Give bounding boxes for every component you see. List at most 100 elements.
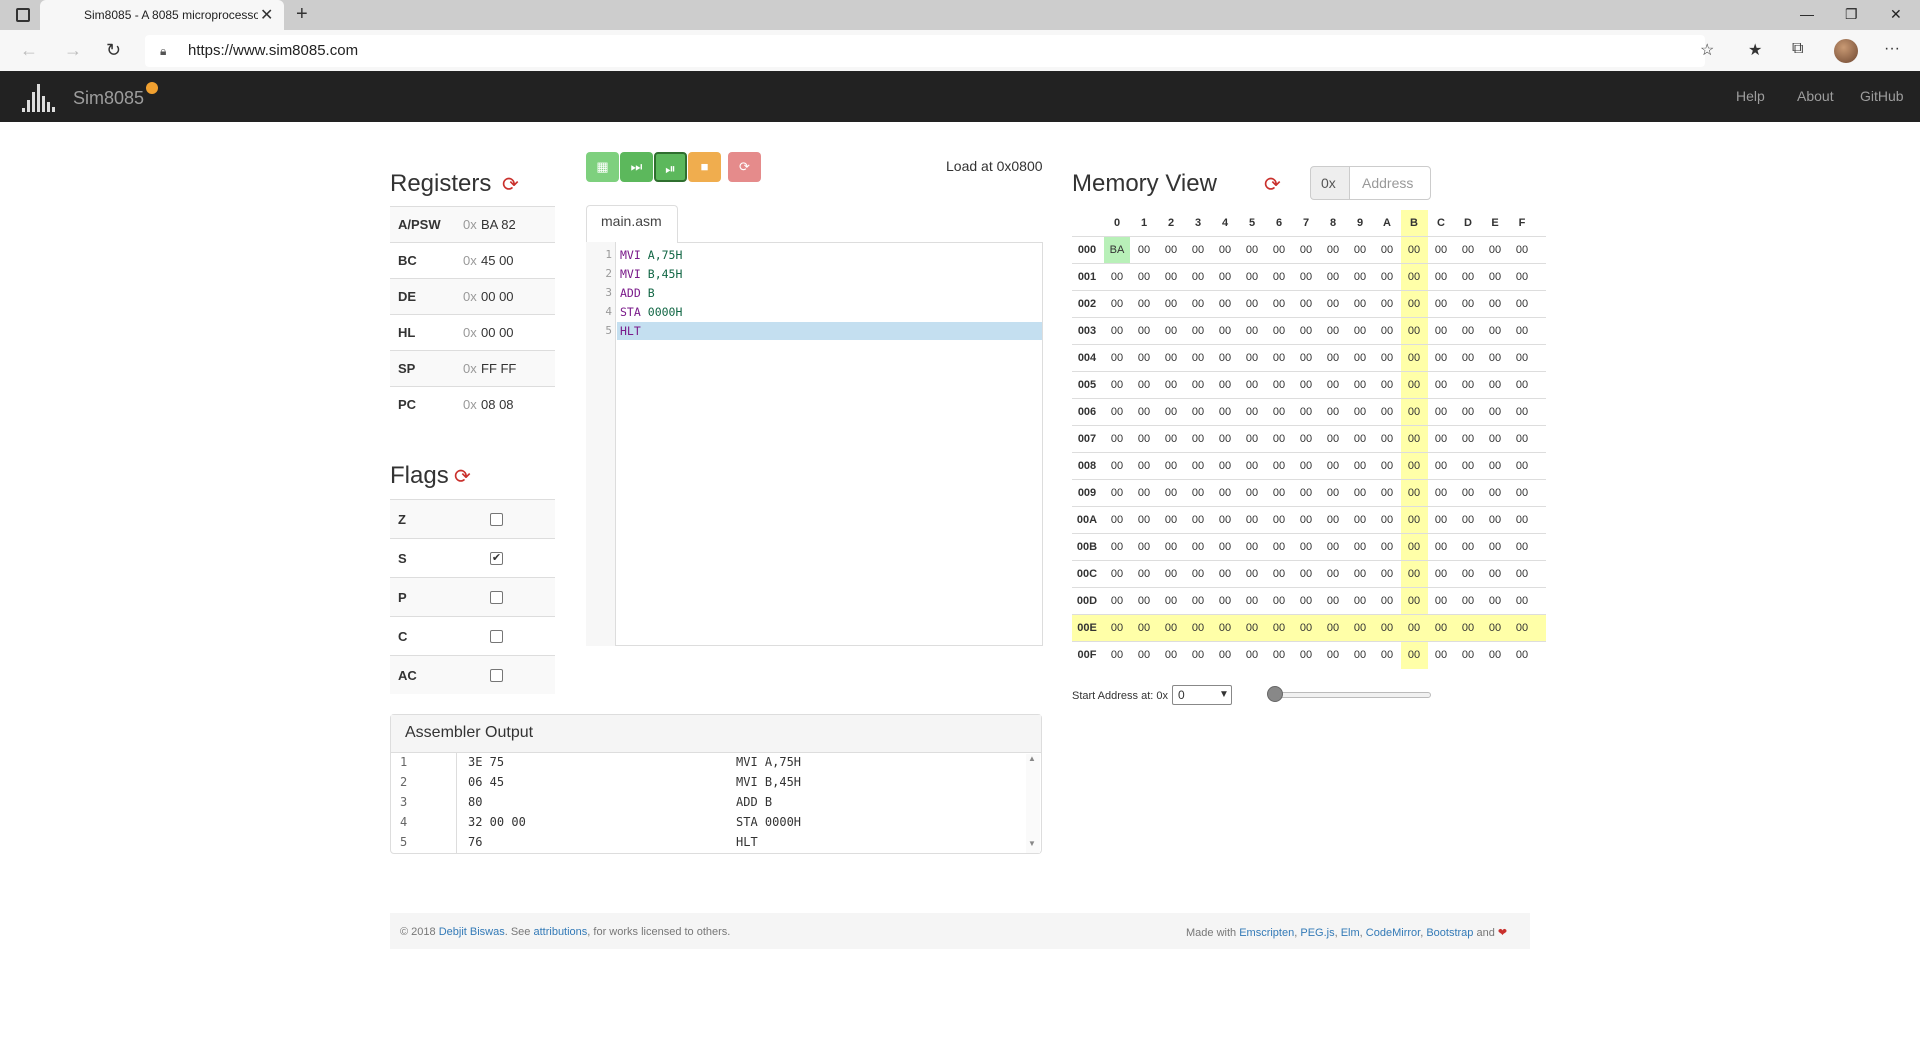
memory-cell[interactable]: 00 xyxy=(1293,426,1319,452)
memory-cell[interactable]: 00 xyxy=(1104,507,1130,533)
memory-cell[interactable]: 00 xyxy=(1347,318,1373,344)
memory-cell[interactable]: 00 xyxy=(1212,480,1238,506)
memory-cell[interactable]: 00 xyxy=(1266,291,1292,317)
memory-cell[interactable]: 00 xyxy=(1347,237,1373,263)
memory-cell[interactable]: 00 xyxy=(1347,426,1373,452)
memory-cell[interactable]: 00 xyxy=(1482,507,1508,533)
memory-cell[interactable]: 00 xyxy=(1455,534,1481,560)
memory-cell[interactable]: 00 xyxy=(1185,561,1211,587)
memory-cell[interactable]: 00 xyxy=(1482,399,1508,425)
memory-cell[interactable]: 00 xyxy=(1509,480,1535,506)
memory-cell[interactable]: 00 xyxy=(1158,399,1184,425)
memory-cell[interactable]: 00 xyxy=(1158,561,1184,587)
memory-cell[interactable]: 00 xyxy=(1401,399,1427,425)
memory-cell[interactable]: 00 xyxy=(1185,264,1211,290)
memory-cell[interactable]: 00 xyxy=(1131,237,1157,263)
memory-cell[interactable]: 00 xyxy=(1455,588,1481,614)
memory-cell[interactable]: 00 xyxy=(1239,534,1265,560)
memory-cell[interactable]: 00 xyxy=(1212,615,1238,641)
memory-cell[interactable]: 00 xyxy=(1104,642,1130,668)
memory-cell[interactable]: 00 xyxy=(1320,399,1346,425)
back-icon[interactable]: ← xyxy=(20,40,38,61)
memory-cell[interactable]: 00 xyxy=(1482,237,1508,263)
memory-cell[interactable]: 00 xyxy=(1482,453,1508,479)
memory-cell[interactable]: 00 xyxy=(1212,345,1238,371)
memory-cell[interactable]: 00 xyxy=(1374,480,1400,506)
flag-checkbox[interactable] xyxy=(490,669,503,682)
memory-cell[interactable]: 00 xyxy=(1320,642,1346,668)
memory-cell[interactable]: 00 xyxy=(1158,615,1184,641)
memory-cell[interactable]: 00 xyxy=(1239,453,1265,479)
memory-cell[interactable]: 00 xyxy=(1482,372,1508,398)
url-text[interactable]: https://www.sim8085.com xyxy=(188,42,358,59)
memory-cell[interactable]: 00 xyxy=(1239,399,1265,425)
memory-cell[interactable]: 00 xyxy=(1266,561,1292,587)
memory-cell[interactable]: 00 xyxy=(1374,588,1400,614)
memory-cell[interactable]: 00 xyxy=(1158,507,1184,533)
memory-cell[interactable]: 00 xyxy=(1212,237,1238,263)
memory-cell[interactable]: 00 xyxy=(1158,318,1184,344)
memory-cell[interactable]: 00 xyxy=(1320,372,1346,398)
memory-cell[interactable]: 00 xyxy=(1131,372,1157,398)
nav-about[interactable]: About xyxy=(1797,88,1834,104)
memory-cell[interactable]: 00 xyxy=(1428,264,1454,290)
memory-cell[interactable]: 00 xyxy=(1239,345,1265,371)
memory-cell[interactable]: 00 xyxy=(1320,561,1346,587)
scroll-down-icon[interactable]: ▼ xyxy=(1028,839,1036,848)
memory-cell[interactable]: 00 xyxy=(1455,237,1481,263)
memory-cell[interactable]: 00 xyxy=(1266,534,1292,560)
memory-cell[interactable]: 00 xyxy=(1158,372,1184,398)
memory-cell[interactable]: 00 xyxy=(1239,372,1265,398)
memory-cell[interactable]: 00 xyxy=(1239,480,1265,506)
memory-cell[interactable]: 00 xyxy=(1104,534,1130,560)
memory-cell[interactable]: 00 xyxy=(1158,237,1184,263)
memory-cell[interactable]: 00 xyxy=(1509,345,1535,371)
registers-refresh-icon[interactable]: ⟳ xyxy=(502,172,519,197)
memory-cell[interactable]: 00 xyxy=(1455,318,1481,344)
memory-cell[interactable]: 00 xyxy=(1158,588,1184,614)
memory-cell[interactable]: 00 xyxy=(1401,453,1427,479)
codemirror-link[interactable]: CodeMirror xyxy=(1366,927,1420,939)
memory-cell[interactable]: 00 xyxy=(1212,426,1238,452)
memory-cell[interactable]: 00 xyxy=(1131,426,1157,452)
register-value[interactable]: 45 00 xyxy=(481,253,514,268)
author-link[interactable]: Debjit Biswas xyxy=(439,926,505,938)
memory-cell[interactable]: 00 xyxy=(1131,318,1157,344)
memory-cell[interactable]: 00 xyxy=(1266,480,1292,506)
memory-cell[interactable]: 00 xyxy=(1347,372,1373,398)
memory-cell[interactable]: 00 xyxy=(1131,453,1157,479)
step-button[interactable]: ⏯ xyxy=(654,152,687,182)
memory-cell[interactable]: 00 xyxy=(1401,588,1427,614)
memory-cell[interactable]: 00 xyxy=(1374,534,1400,560)
memory-cell[interactable]: 00 xyxy=(1428,345,1454,371)
memory-cell[interactable]: 00 xyxy=(1347,642,1373,668)
memory-cell[interactable]: 00 xyxy=(1347,291,1373,317)
memory-cell[interactable]: 00 xyxy=(1428,237,1454,263)
memory-cell[interactable]: 00 xyxy=(1482,345,1508,371)
memory-cell[interactable]: 00 xyxy=(1374,237,1400,263)
memory-cell[interactable]: 00 xyxy=(1428,291,1454,317)
memory-cell[interactable]: 00 xyxy=(1104,399,1130,425)
memory-cell[interactable]: 00 xyxy=(1239,642,1265,668)
memory-cell[interactable]: 00 xyxy=(1293,534,1319,560)
memory-cell[interactable]: 00 xyxy=(1104,480,1130,506)
memory-cell[interactable]: 00 xyxy=(1401,642,1427,668)
memory-cell[interactable]: 00 xyxy=(1293,642,1319,668)
memory-cell[interactable]: 00 xyxy=(1347,615,1373,641)
profile-avatar[interactable] xyxy=(1834,39,1858,63)
collections-icon[interactable]: ⧉ xyxy=(1792,40,1803,58)
memory-cell[interactable]: 00 xyxy=(1374,561,1400,587)
memory-cell[interactable]: 00 xyxy=(1482,291,1508,317)
memory-cell[interactable]: 00 xyxy=(1212,507,1238,533)
memory-cell[interactable]: 00 xyxy=(1509,372,1535,398)
memory-cell[interactable]: 00 xyxy=(1266,372,1292,398)
memory-cell[interactable]: 00 xyxy=(1320,264,1346,290)
memory-cell[interactable]: 00 xyxy=(1185,237,1211,263)
memory-cell[interactable]: 00 xyxy=(1455,372,1481,398)
memory-cell[interactable]: 00 xyxy=(1401,561,1427,587)
memory-cell[interactable]: 00 xyxy=(1185,345,1211,371)
memory-cell[interactable]: 00 xyxy=(1401,264,1427,290)
flags-refresh-icon[interactable]: ⟳ xyxy=(454,464,471,489)
minimize-icon[interactable]: — xyxy=(1800,6,1814,22)
memory-cell[interactable]: 00 xyxy=(1320,291,1346,317)
